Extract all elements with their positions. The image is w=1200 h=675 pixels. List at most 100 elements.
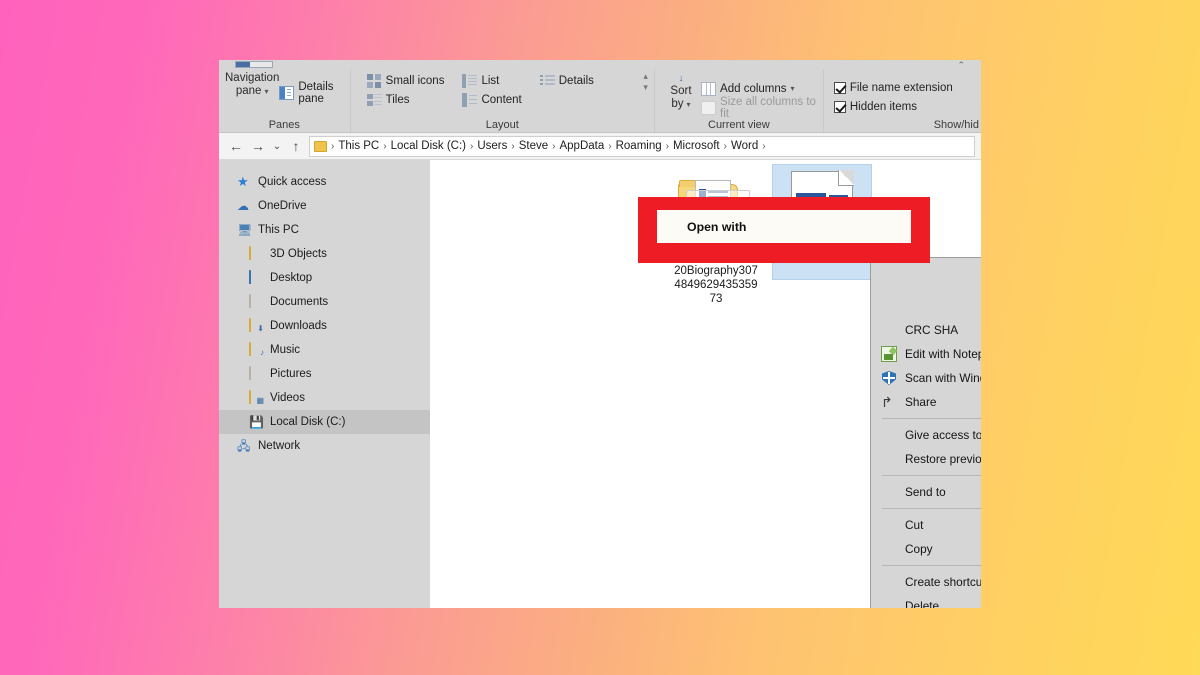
context-menu-separator-2 bbox=[882, 475, 981, 476]
hidden-items-checkbox[interactable]: Hidden items bbox=[833, 97, 953, 116]
sidebar-item-network[interactable]: 🖧 Network bbox=[219, 434, 430, 458]
context-menu-label: Copy bbox=[905, 542, 933, 556]
context-menu-item-delete[interactable]: Delete bbox=[871, 594, 981, 608]
context-menu-label: CRC SHA bbox=[905, 323, 959, 337]
size-all-columns-label: Size all columns to fit bbox=[720, 95, 816, 120]
file-explorer-window: ⌃ Navigation pane ▾ Details pane Panes S… bbox=[219, 60, 981, 608]
details-view-icon bbox=[539, 73, 555, 88]
context-menu-item-create-shortcut[interactable]: Create shortcut bbox=[871, 570, 981, 594]
list-icon bbox=[462, 73, 478, 88]
sort-by-button[interactable]: ↓ Sort by ▾ bbox=[661, 70, 701, 111]
sidebar-item-label: Network bbox=[258, 440, 301, 452]
sidebar-item-label: Videos bbox=[270, 392, 305, 404]
small-icons-label: Small icons bbox=[385, 74, 445, 87]
tiles-icon bbox=[366, 92, 382, 107]
sidebar-item-downloads[interactable]: ⬇ Downloads bbox=[219, 314, 430, 338]
sidebar-item-3d-objects[interactable]: 3D Objects bbox=[219, 242, 430, 266]
context-menu-separator-1 bbox=[882, 418, 981, 419]
file-name-extension-checkbox[interactable]: File name extension bbox=[833, 78, 953, 97]
highlight-annotation-box: Open with bbox=[638, 197, 930, 263]
sidebar-item-this-pc[interactable]: 🖥 This PC bbox=[219, 218, 430, 242]
layout-scroll-up-icon[interactable]: ▴ bbox=[643, 71, 648, 82]
sidebar-item-desktop[interactable]: Desktop bbox=[219, 266, 430, 290]
ribbon-collapse-icon[interactable]: ⌃ bbox=[957, 61, 965, 70]
sidebar-item-pictures[interactable]: Pictures bbox=[219, 362, 430, 386]
context-menu-label: Create shortcut bbox=[905, 575, 981, 589]
sidebar-item-label: Documents bbox=[270, 296, 329, 308]
folder-pictures-icon bbox=[249, 366, 264, 381]
chevron-down-icon-columns: ▾ bbox=[790, 84, 795, 93]
details-pane-button[interactable]: Details pane bbox=[279, 80, 343, 105]
folder-name-line-3: 4849629435359 bbox=[674, 279, 758, 291]
breadcrumb-item-local-disk[interactable]: Local Disk (C:) bbox=[388, 140, 469, 152]
context-menu-label: Restore previous versions bbox=[905, 452, 981, 466]
breadcrumb-item-microsoft[interactable]: Microsoft bbox=[670, 140, 723, 152]
context-menu-item-copy[interactable]: Copy bbox=[871, 537, 981, 561]
sidebar-item-local-disk-c[interactable]: 💾 Local Disk (C:) bbox=[219, 410, 430, 434]
details-pane-label: Details pane bbox=[298, 80, 334, 105]
sidebar-item-label: Quick access bbox=[258, 176, 327, 188]
breadcrumb-item-appdata[interactable]: AppData bbox=[556, 140, 607, 152]
cloud-icon: ☁ bbox=[237, 199, 249, 213]
breadcrumb-separator-8: › bbox=[762, 140, 766, 152]
context-menu-item-share[interactable]: ↱ Share bbox=[871, 390, 981, 414]
content-icon bbox=[462, 92, 478, 107]
sidebar-item-label: Local Disk (C:) bbox=[270, 416, 346, 428]
current-view-group-label: Current view bbox=[708, 119, 770, 131]
sidebar-item-documents[interactable]: Documents bbox=[219, 290, 430, 314]
context-menu-separator-3 bbox=[882, 508, 981, 509]
up-button[interactable]: ↑ bbox=[285, 138, 307, 154]
layout-small-icons-button[interactable]: Small icons bbox=[366, 71, 445, 90]
folder-music-icon: ♪ bbox=[249, 342, 264, 357]
sort-by-label: Sort bbox=[670, 85, 692, 97]
sidebar-item-onedrive[interactable]: ☁ OneDrive bbox=[219, 194, 430, 218]
add-columns-icon bbox=[701, 81, 717, 96]
recent-locations-button[interactable]: ⌄ bbox=[269, 141, 285, 152]
layout-content-button[interactable]: Content bbox=[462, 90, 522, 109]
context-menu-separator-4 bbox=[882, 565, 981, 566]
ribbon-group-current-view: ↓ Sort by ▾ Add columns ▾ Size all colum… bbox=[655, 69, 824, 132]
size-all-columns-button: Size all columns to fit bbox=[701, 95, 817, 120]
sidebar-item-label: OneDrive bbox=[258, 200, 307, 212]
context-menu-item-cut[interactable]: Cut bbox=[871, 513, 981, 537]
context-menu-item-give-access-to[interactable]: Give access to › bbox=[871, 423, 981, 447]
breadcrumb-item-steve[interactable]: Steve bbox=[516, 140, 551, 152]
breadcrumb-item-roaming[interactable]: Roaming bbox=[613, 140, 665, 152]
layout-list-button[interactable]: List bbox=[462, 71, 521, 90]
sidebar-item-label: Music bbox=[270, 344, 301, 356]
layout-scroll-down-icon[interactable]: ▾ bbox=[643, 82, 648, 93]
hidden-items-label: Hidden items bbox=[849, 100, 917, 113]
tiles-label: Tiles bbox=[385, 93, 410, 106]
checkbox-checked-icon-2 bbox=[833, 100, 846, 113]
context-menu-item-restore-previous-versions[interactable]: Restore previous versions bbox=[871, 447, 981, 471]
layout-details-button[interactable]: Details bbox=[539, 71, 594, 90]
list-label: List bbox=[481, 74, 500, 87]
back-button[interactable]: ← bbox=[225, 138, 247, 154]
panes-group-label: Panes bbox=[268, 119, 300, 131]
sidebar-item-videos[interactable]: ▦ Videos bbox=[219, 386, 430, 410]
context-menu[interactable]: CRC SHA › Edit with Notepad++ Scan with … bbox=[870, 257, 981, 608]
context-menu-label: Share bbox=[905, 395, 937, 409]
address-toolbar: ← → ⌄ ↑ › This PC › Local Disk (C:) › Us… bbox=[219, 133, 981, 160]
navigation-pane-button[interactable]: Navigation pane ▾ bbox=[225, 70, 279, 98]
details-pane-icon bbox=[279, 85, 295, 100]
address-bar[interactable]: › This PC › Local Disk (C:) › Users › St… bbox=[309, 135, 975, 157]
context-menu-item-edit-notepadpp[interactable]: Edit with Notepad++ bbox=[871, 342, 981, 366]
breadcrumb-item-word[interactable]: Word bbox=[728, 140, 761, 152]
context-menu-item-open-with[interactable] bbox=[871, 260, 981, 318]
context-menu-label: Cut bbox=[905, 518, 924, 532]
layout-tiles-button[interactable]: Tiles bbox=[366, 90, 445, 109]
context-menu-item-scan-defender[interactable]: Scan with Windows Defender... bbox=[871, 366, 981, 390]
folder-3d-icon bbox=[249, 246, 264, 261]
forward-button[interactable]: → bbox=[247, 138, 269, 154]
sidebar-item-music[interactable]: ♪ Music bbox=[219, 338, 430, 362]
breadcrumb-item-users[interactable]: Users bbox=[474, 140, 510, 152]
ribbon-toolbar: ⌃ Navigation pane ▾ Details pane Panes S… bbox=[219, 60, 981, 133]
sidebar-item-quick-access[interactable]: ★ Quick access bbox=[219, 170, 430, 194]
breadcrumb-item-this-pc[interactable]: This PC bbox=[335, 140, 382, 152]
open-with-highlighted-item[interactable]: Open with bbox=[657, 210, 911, 243]
content-label: Content bbox=[481, 93, 522, 106]
file-name-extension-label: File name extension bbox=[849, 81, 953, 94]
context-menu-item-crc-sha[interactable]: CRC SHA › bbox=[871, 318, 981, 342]
context-menu-item-send-to[interactable]: Send to › bbox=[871, 480, 981, 504]
